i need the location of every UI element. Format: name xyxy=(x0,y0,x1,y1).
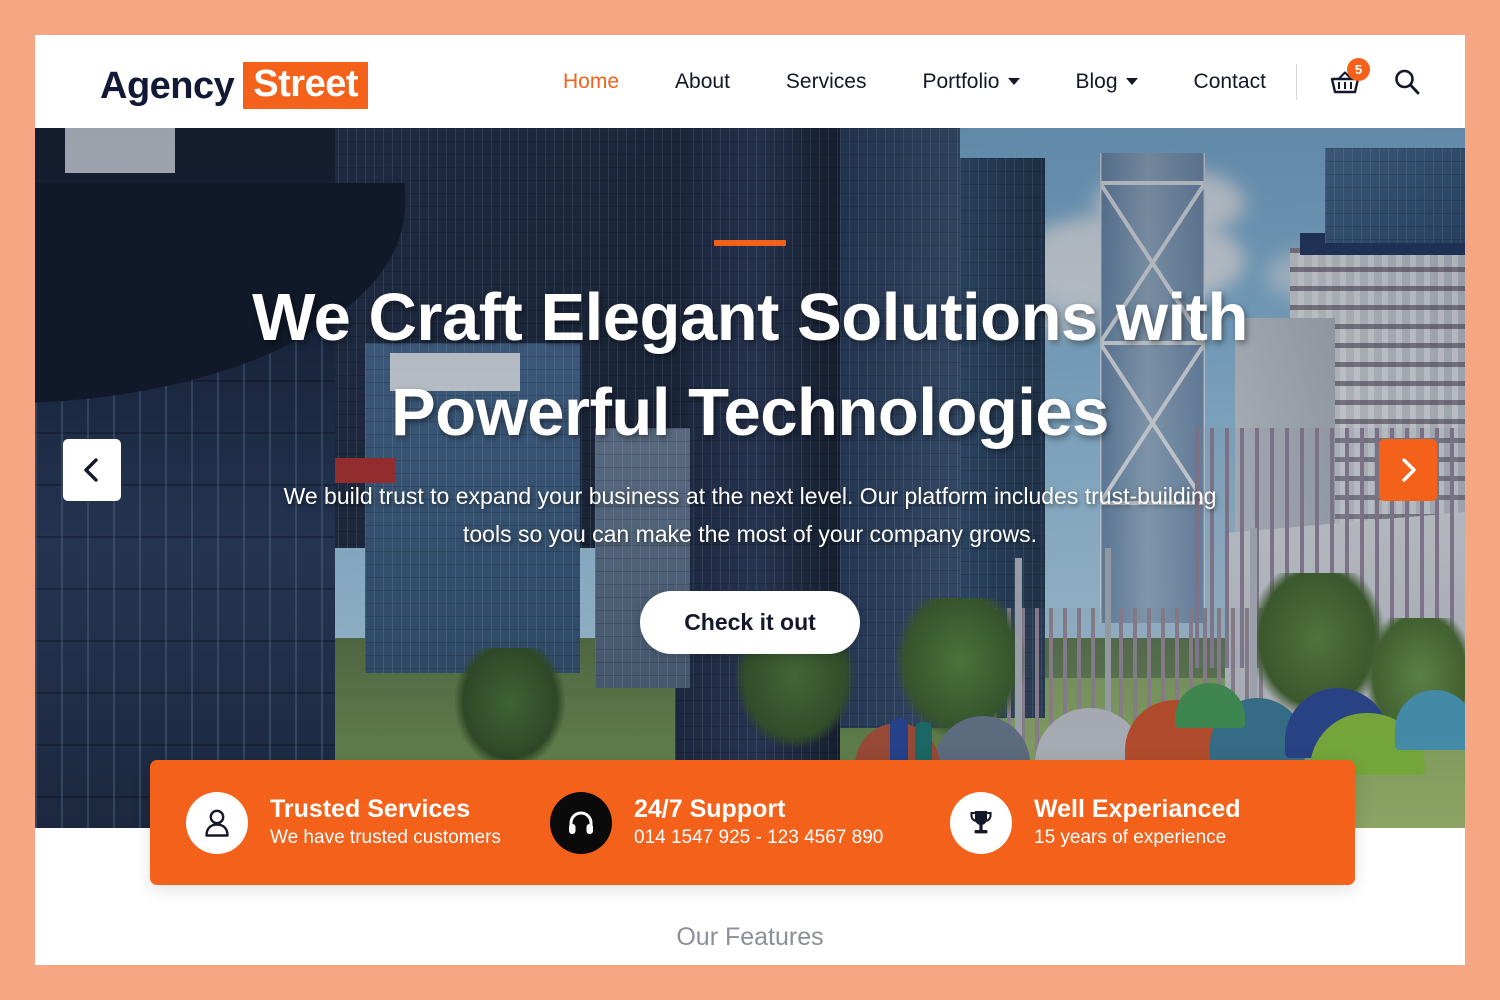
cart-button[interactable]: 5 xyxy=(1325,57,1370,102)
hero-carousel: We Craft Elegant Solutions with Powerful… xyxy=(35,128,1465,828)
nav-item-about[interactable]: About xyxy=(647,70,758,94)
hero-accent-bar xyxy=(714,240,786,246)
hero-content: We Craft Elegant Solutions with Powerful… xyxy=(35,128,1465,828)
chevron-left-icon xyxy=(84,458,98,482)
feature-title: 24/7 Support xyxy=(634,795,786,824)
user-icon xyxy=(205,809,229,837)
nav-item-portfolio[interactable]: Portfolio xyxy=(894,70,1047,94)
hero-title: We Craft Elegant Solutions with Powerful… xyxy=(252,280,1248,451)
trophy-icon xyxy=(970,810,992,833)
feature-icon-wrap xyxy=(550,791,612,854)
headset-icon xyxy=(569,811,593,834)
features-section-label: Our Features xyxy=(676,923,824,951)
feature-description: 15 years of experience xyxy=(1034,827,1227,849)
logo-text-accent: Street xyxy=(243,62,368,109)
nav-item-services[interactable]: Services xyxy=(758,70,895,94)
feature-description: 014 1547 925 - 123 4567 890 xyxy=(634,827,884,849)
main-navigation: Home About Services Portfolio Blog Conta… xyxy=(535,35,1294,128)
features-section: Our Features xyxy=(35,895,1465,965)
nav-item-home[interactable]: Home xyxy=(535,70,647,94)
feature-text-block: Trusted Services We have trusted custome… xyxy=(270,794,501,851)
nav-label-services: Services xyxy=(785,69,867,93)
header-divider xyxy=(1296,63,1297,100)
nav-label-portfolio: Portfolio xyxy=(922,69,1000,93)
check-it-out-button[interactable]: Check it out xyxy=(640,590,860,654)
feature-description: We have trusted customers xyxy=(270,827,501,849)
feature-experience[interactable]: Well Experianced 15 years of experience xyxy=(950,760,1350,885)
feature-icon-wrap xyxy=(950,791,1012,854)
nav-label-about: About xyxy=(675,69,730,93)
feature-trusted-services[interactable]: Trusted Services We have trusted custome… xyxy=(150,760,550,885)
site-card: Agency Street Home About Services Portfo… xyxy=(35,35,1465,965)
chevron-down-icon xyxy=(1125,78,1138,85)
nav-item-contact[interactable]: Contact xyxy=(1166,70,1294,94)
nav-label-home: Home xyxy=(563,69,620,93)
carousel-next-button[interactable] xyxy=(1379,439,1437,501)
feature-title: Trusted Services xyxy=(270,795,471,824)
feature-text-block: Well Experianced 15 years of experience xyxy=(1034,794,1241,851)
feature-icon-wrap xyxy=(186,791,248,854)
site-header: Agency Street Home About Services Portfo… xyxy=(35,35,1465,128)
feature-text-block: 24/7 Support 014 1547 925 - 123 4567 890 xyxy=(634,794,883,851)
cart-count-badge: 5 xyxy=(1347,57,1370,81)
site-logo[interactable]: Agency Street xyxy=(100,62,368,109)
feature-support[interactable]: 24/7 Support 014 1547 925 - 123 4567 890 xyxy=(550,760,950,885)
nav-item-blog[interactable]: Blog xyxy=(1048,70,1166,94)
chevron-down-icon xyxy=(1007,78,1020,85)
carousel-prev-button[interactable] xyxy=(63,439,121,501)
feature-highlight-bar: Trusted Services We have trusted custome… xyxy=(150,760,1355,885)
nav-label-blog: Blog xyxy=(1075,69,1118,93)
header-tools: 5 xyxy=(1296,35,1427,128)
logo-text-main: Agency xyxy=(100,64,235,107)
hero-subtitle: We build trust to expand your business a… xyxy=(283,483,1217,547)
search-button[interactable] xyxy=(1391,66,1423,98)
nav-label-contact: Contact xyxy=(1193,69,1266,93)
search-icon xyxy=(1395,69,1420,94)
feature-title: Well Experianced xyxy=(1034,795,1241,824)
chevron-right-icon xyxy=(1402,458,1416,482)
